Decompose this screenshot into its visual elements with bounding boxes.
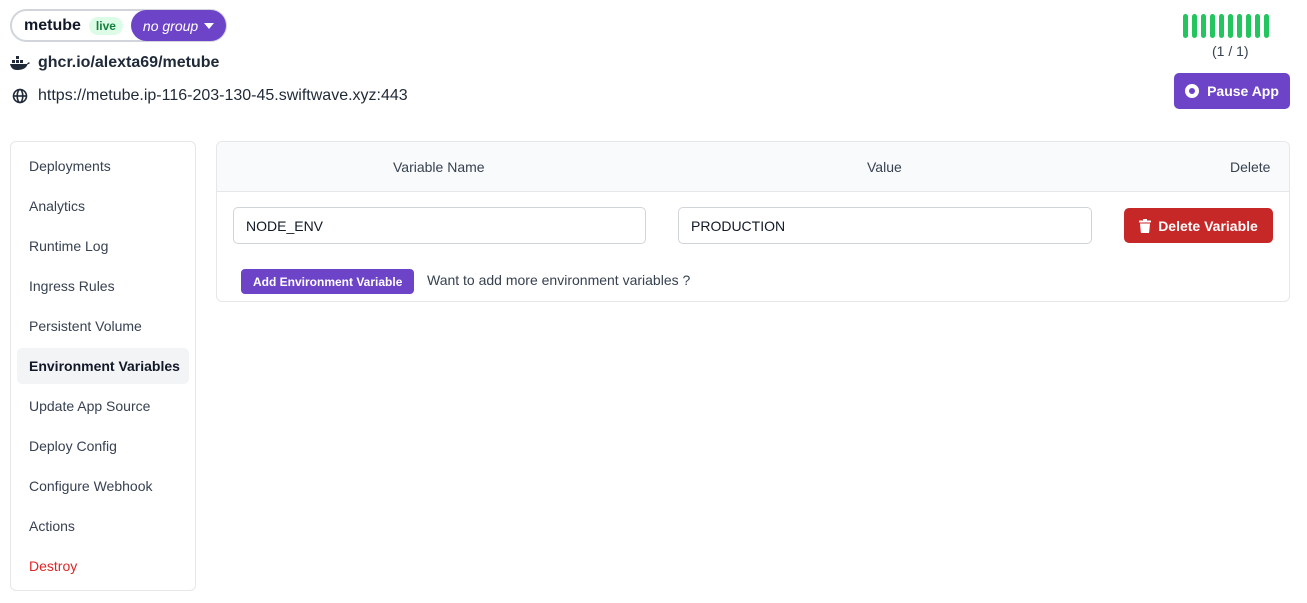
stop-circle-icon <box>1185 84 1200 98</box>
delete-variable-button[interactable]: Delete Variable <box>1124 208 1273 243</box>
sidebar-item-update-app-source[interactable]: Update App Source <box>17 388 189 424</box>
replica-status-bar <box>1228 14 1233 38</box>
table-header: Variable Name Value Delete <box>217 142 1289 192</box>
sidebar-item-deployments[interactable]: Deployments <box>17 148 189 184</box>
delete-variable-label: Delete Variable <box>1158 217 1258 234</box>
sidebar-item-persistent-volume[interactable]: Persistent Volume <box>17 308 189 344</box>
pause-app-button[interactable]: Pause App <box>1174 73 1290 109</box>
status-badge: live <box>88 16 123 35</box>
app-url-link[interactable]: https://metube.ip-116-203-130-45.swiftwa… <box>38 87 408 105</box>
replica-status-bar <box>1246 14 1251 38</box>
app-name: metube <box>24 16 81 34</box>
add-more-hint: Want to add more environment variables ? <box>427 272 691 288</box>
header-variable-name: Variable Name <box>393 159 485 175</box>
trash-icon <box>1139 218 1152 233</box>
variable-value-input[interactable] <box>678 207 1092 244</box>
pause-app-label: Pause App <box>1207 83 1279 99</box>
sidebar-item-environment-variables[interactable]: Environment Variables <box>17 348 189 384</box>
sidebar-item-actions[interactable]: Actions <box>17 508 189 544</box>
app-title-pill: metube live no group <box>10 9 228 42</box>
app-url-row: https://metube.ip-116-203-130-45.swiftwa… <box>10 86 408 106</box>
replica-status-bars <box>1183 14 1269 38</box>
replica-status-bar <box>1183 14 1188 38</box>
replica-status-bar <box>1219 14 1224 38</box>
sidebar-nav: Deployments Analytics Runtime Log Ingres… <box>10 141 196 591</box>
add-environment-variable-button[interactable]: Add Environment Variable <box>241 269 415 294</box>
group-dropdown[interactable]: no group <box>130 10 227 41</box>
replica-count: (1 / 1) <box>1212 43 1249 59</box>
globe-icon <box>10 86 30 106</box>
replica-status-bar <box>1264 14 1269 38</box>
replica-status-bar <box>1255 14 1260 38</box>
sidebar-item-analytics[interactable]: Analytics <box>17 188 189 224</box>
replica-status-bar <box>1210 14 1215 38</box>
sidebar-item-deploy-config[interactable]: Deploy Config <box>17 428 189 464</box>
sidebar-item-runtime-log[interactable]: Runtime Log <box>17 228 189 264</box>
header-delete: Delete <box>1230 159 1271 175</box>
replica-status-bar <box>1237 14 1242 38</box>
sidebar-item-destroy[interactable]: Destroy <box>17 548 189 584</box>
replica-status-bar <box>1201 14 1206 38</box>
group-label: no group <box>142 17 199 34</box>
replica-status-bar <box>1192 14 1197 38</box>
docker-image-name: ghcr.io/alexta69/metube <box>38 54 220 71</box>
variable-name-input[interactable] <box>233 207 646 244</box>
header-value: Value <box>867 159 902 175</box>
caret-down-icon <box>204 22 215 29</box>
sidebar-item-ingress-rules[interactable]: Ingress Rules <box>17 268 189 304</box>
docker-image-row: ghcr.io/alexta69/metube <box>10 53 219 73</box>
sidebar-item-configure-webhook[interactable]: Configure Webhook <box>17 468 189 504</box>
docker-icon <box>10 53 30 73</box>
env-variables-panel: Variable Name Value Delete Delete Variab… <box>216 141 1290 302</box>
